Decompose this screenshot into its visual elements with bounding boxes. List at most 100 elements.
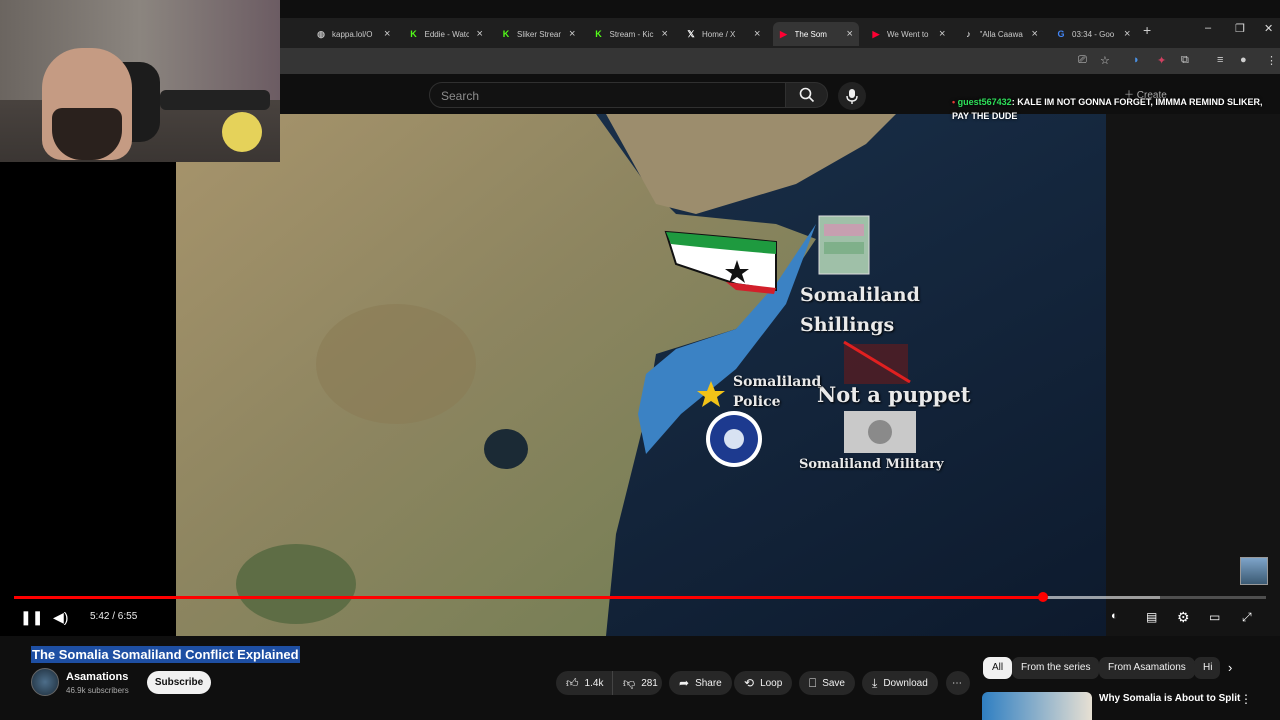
chip-from-asamations[interactable]: From Asamations <box>1099 657 1195 679</box>
browser-tab[interactable]: ▶ The Som × <box>772 22 859 46</box>
kick-icon: K <box>595 29 602 39</box>
close-tab-icon[interactable]: × <box>1124 28 1130 40</box>
chat-overlay-message: • guest567432: KALE IM NOT GONNA FORGET,… <box>952 95 1278 123</box>
search-placeholder: Search <box>441 89 480 103</box>
restore-icon[interactable]: ❐ <box>1235 22 1245 35</box>
media-control-icon[interactable]: ≡ <box>1217 54 1223 66</box>
browser-tab-title: 03:34 - Goo <box>1072 29 1115 39</box>
subtitles-button[interactable]: ▤ <box>1146 610 1157 624</box>
settings-button[interactable]: ⚙ <box>1177 609 1190 626</box>
video-title: The Somalia Somaliland Conflict Explaine… <box>31 646 300 663</box>
like-count: 1.4k <box>584 677 604 689</box>
map-label-shillings: Somaliland Shillings <box>800 284 920 336</box>
channel-avatar[interactable] <box>31 668 59 696</box>
kick-icon: K <box>502 29 510 39</box>
webcam-plush <box>222 112 262 152</box>
save-label: Save <box>822 677 845 689</box>
close-tab-icon[interactable]: × <box>569 28 575 40</box>
browser-tab-title: Sliker Strean <box>517 29 561 39</box>
bookmark-icon: ⎕ <box>809 675 817 690</box>
video-player[interactable]: Somaliland Shillings Not a puppet Somali… <box>0 114 1280 636</box>
close-tab-icon[interactable]: × <box>847 28 853 40</box>
recommended-menu-button[interactable]: ⋮ <box>1240 692 1252 706</box>
bookmark-star-icon[interactable]: ☆ <box>1100 54 1110 67</box>
save-button[interactable]: ⎕ Save <box>799 671 855 695</box>
close-tab-icon[interactable]: × <box>384 28 390 40</box>
browser-tab-title: We Went to <box>887 29 929 39</box>
download-label: Download <box>883 677 928 689</box>
download-button[interactable]: ⤓ Download <box>862 671 938 695</box>
chevron-right-icon: › <box>1228 660 1233 675</box>
profile-avatar-icon[interactable]: ● <box>1240 54 1247 66</box>
minimize-icon[interactable]: – <box>1205 22 1211 34</box>
autoplay-toggle-icon: ◐ <box>1111 610 1118 622</box>
video-frame-map <box>176 114 1106 636</box>
loop-label: Loop <box>760 677 783 689</box>
download-icon: ⤓ <box>872 675 878 690</box>
close-tab-icon[interactable]: × <box>754 28 760 40</box>
theater-mode-button[interactable]: ▭ <box>1209 610 1220 624</box>
search-input[interactable]: Search <box>429 82 786 108</box>
like-button[interactable]: 👍︎ 1.4k <box>556 671 612 695</box>
new-tab-button[interactable]: + <box>1143 22 1151 38</box>
extensions-puzzle-icon[interactable]: ⧉ <box>1181 54 1189 67</box>
played-bar <box>14 596 1044 599</box>
browser-tab[interactable]: K Stream - Kic × <box>588 22 674 46</box>
youtube-icon: ▶ <box>872 29 880 39</box>
close-tab-icon[interactable]: × <box>662 28 668 40</box>
browser-tab[interactable]: K Sliker Strean × <box>495 22 581 46</box>
channel-name[interactable]: Asamations <box>66 671 128 683</box>
pause-button[interactable]: ❚❚ <box>20 609 43 626</box>
browser-tab-title: Stream - Kic <box>609 29 654 39</box>
fullscreen-button[interactable]: ⤢ <box>1242 610 1252 625</box>
browser-tab-title: The Som <box>794 29 827 39</box>
share-label: Share <box>695 677 722 689</box>
thumbs-down-icon: 👎︎ <box>623 675 636 690</box>
voice-search-button[interactable] <box>838 82 866 110</box>
close-tab-icon[interactable]: × <box>939 28 945 40</box>
theater-icon: ▭ <box>1209 610 1221 624</box>
browser-tab[interactable]: 𝕏 Home / X × <box>680 22 766 46</box>
extension-icon[interactable]: ✦ <box>1157 54 1166 67</box>
close-tab-icon[interactable]: × <box>477 28 483 40</box>
browser-tab[interactable]: ▶ We Went to × <box>865 22 951 46</box>
tiktok-icon: ♪ <box>966 29 971 39</box>
recommended-thumbnail[interactable] <box>982 692 1092 720</box>
channel-watermark[interactable] <box>1240 557 1268 585</box>
browser-menu-icon[interactable]: ⋮ <box>1266 54 1277 67</box>
extension-icon[interactable]: ◗ <box>1133 54 1140 66</box>
screen: ◍ kappa.lol/O × K Eddie - Watc × K Sliker Strea… <box>0 0 1280 720</box>
close-window-icon[interactable]: ✕ <box>1264 22 1273 35</box>
browser-tab-title: kappa.lol/O <box>332 29 373 39</box>
chip-more[interactable]: Hi <box>1194 657 1220 679</box>
more-vertical-icon: ⋮ <box>1240 692 1252 706</box>
time-display: 5:42 / 6:55 <box>90 611 138 622</box>
search-button[interactable] <box>786 82 828 108</box>
browser-tab[interactable]: ♪ "Alla Caawa × <box>958 22 1044 46</box>
browser-tab[interactable]: ◍ kappa.lol/O × <box>310 22 396 46</box>
more-horizontal-icon: ⋯ <box>952 677 962 689</box>
recommended-title[interactable]: Why Somalia is About to Split <box>1099 693 1240 704</box>
chip-from-the-series[interactable]: From the series <box>1012 657 1100 679</box>
browser-tab[interactable]: G 03:34 - Goo × <box>1050 22 1136 46</box>
loop-button[interactable]: ⟲ Loop <box>734 671 793 695</box>
install-icon[interactable]: ⎚ <box>1078 54 1087 67</box>
more-actions-button[interactable]: ⋯ <box>946 671 970 695</box>
chip-all[interactable]: All <box>983 657 1013 679</box>
dislike-count: 281 <box>641 677 658 689</box>
progress-bar[interactable] <box>14 592 1266 602</box>
autoplay-toggle[interactable]: ◐ <box>1111 610 1118 622</box>
webcam-microphone <box>160 90 270 110</box>
chips-next-button[interactable]: › <box>1228 660 1232 675</box>
share-button[interactable]: ➦ Share <box>669 671 732 695</box>
dislike-button[interactable]: 👎︎ 281 <box>612 671 662 695</box>
microphone-icon <box>846 89 858 104</box>
subscribe-button[interactable]: Subscribe <box>147 671 211 694</box>
volume-icon: ◀) <box>53 609 69 625</box>
map-label-not-a-puppet: Not a puppet <box>817 382 971 407</box>
close-tab-icon[interactable]: × <box>1032 28 1038 40</box>
mute-button[interactable]: ◀) <box>53 609 68 626</box>
browser-tab[interactable]: K Eddie - Watc × <box>403 22 489 46</box>
subtitles-icon: ▤ <box>1146 610 1158 624</box>
subscriber-count: 46.9k subscribers <box>66 686 129 695</box>
